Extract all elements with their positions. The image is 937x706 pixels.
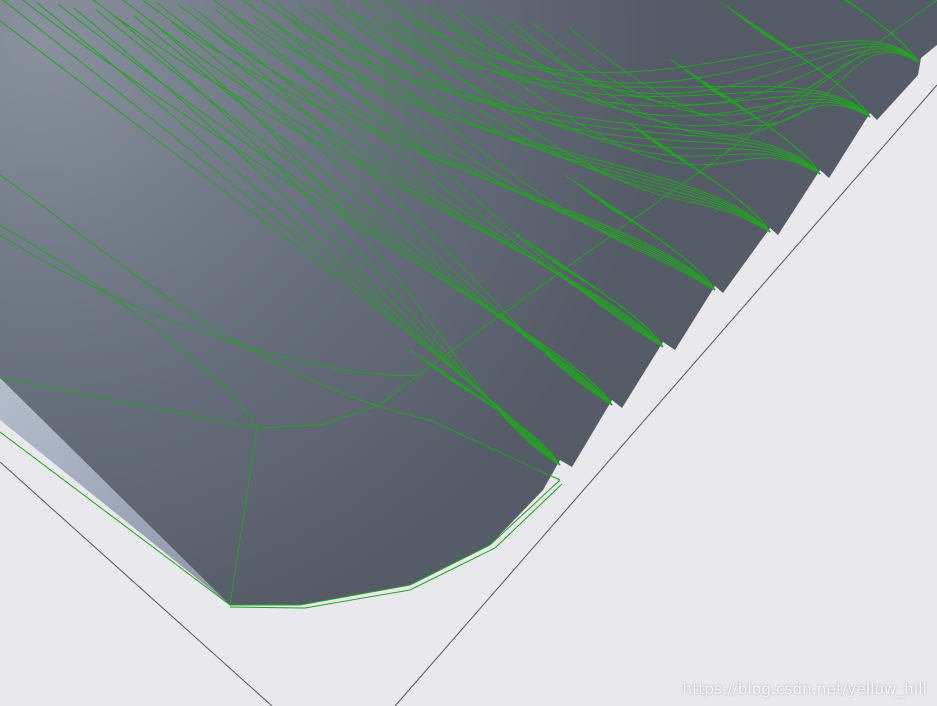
model-view (0, 0, 937, 706)
watermark-text: https://blog.csdn.net/yellow_hill (682, 680, 927, 698)
cad-3d-viewport[interactable]: https://blog.csdn.net/yellow_hill (0, 0, 937, 706)
